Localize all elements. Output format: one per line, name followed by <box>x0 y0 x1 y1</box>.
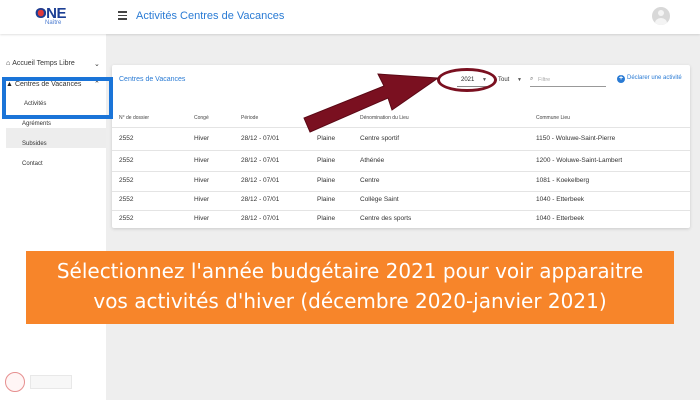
cell-lieu: Centre <box>360 177 380 184</box>
chevron-up-icon[interactable]: ⌃ <box>94 80 100 88</box>
declare-activity-button[interactable]: + Déclarer une activité <box>617 75 682 83</box>
page-title: Activités Centres de Vacances <box>136 10 285 22</box>
cell-periode: 28/12 - 07/01 <box>241 157 280 164</box>
sidebar-item-centres-de-vacances[interactable]: ▲ Centres de Vacances <box>6 81 81 88</box>
row-divider <box>112 171 690 172</box>
cell-type: Plaine <box>317 177 336 184</box>
banner-line-1: Sélectionnez l'année budgétaire 2021 pou… <box>56 259 644 283</box>
cell-lieu: Centre sportif <box>360 135 400 142</box>
cell-conge: Hiver <box>194 215 210 222</box>
sidebar-item-label: Accueil Temps Libre <box>12 60 75 67</box>
cell-lieu: Collège Saint <box>360 196 399 203</box>
filter-placeholder: Filtre <box>538 77 551 83</box>
cell-conge: Hiver <box>194 177 210 184</box>
year-select-value: 2021 <box>461 77 475 83</box>
type-select[interactable]: Tout ▼ <box>497 74 525 87</box>
chevron-down-icon[interactable]: ⌄ <box>94 60 100 68</box>
cell-periode: 28/12 - 07/01 <box>241 177 280 184</box>
declare-activity-label: Déclarer une activité <box>627 75 682 81</box>
row-divider <box>112 150 690 151</box>
column-header-type[interactable]: Type <box>317 115 328 121</box>
sidebar-item-label: Centres de Vacances <box>14 81 82 88</box>
cell-dossier: 2552 <box>119 215 134 222</box>
sidebar-subitem-contact[interactable]: Contact <box>22 161 43 167</box>
dropdown-arrow-icon: ▼ <box>517 77 522 83</box>
column-header-denomination[interactable]: Dénomination du Lieu <box>360 115 409 121</box>
activities-card: Centres de Vacances 2021 ▼ Tout ▼ ⌕ Filt… <box>112 65 690 228</box>
header-divider <box>112 127 690 128</box>
column-header-conge[interactable]: Congé <box>194 115 209 121</box>
home-icon: ⌂ <box>6 60 11 67</box>
search-icon: ⌕ <box>530 76 534 82</box>
cell-dossier: 2552 <box>119 135 134 142</box>
sidebar-subitem-agrements[interactable]: Agréments <box>22 121 51 127</box>
row-divider <box>112 210 690 211</box>
cell-type: Plaine <box>317 135 336 142</box>
year-select[interactable]: 2021 ▼ <box>457 74 489 87</box>
dropdown-arrow-icon: ▼ <box>482 77 487 83</box>
active-item-background <box>6 128 106 148</box>
column-header-dossier[interactable]: N° de dossier <box>119 115 149 121</box>
cell-commune: 1040 - Etterbeek <box>536 196 585 203</box>
tent-icon: ▲ <box>6 81 13 88</box>
cell-periode: 28/12 - 07/01 <box>241 196 280 203</box>
sidebar-subitem-subsides[interactable]: Subsides <box>22 141 47 147</box>
logo-subtext: Naître <box>45 20 62 26</box>
column-header-commune[interactable]: Commune Lieu <box>536 115 570 121</box>
cell-dossier: 2552 <box>119 196 134 203</box>
instruction-banner: Sélectionnez l'année budgétaire 2021 pou… <box>26 251 674 324</box>
cell-commune: 1150 - Woluwe-Saint-Pierre <box>536 135 616 142</box>
cell-lieu: Centre des sports <box>360 215 412 222</box>
column-header-periode[interactable]: Période <box>241 115 258 121</box>
cell-periode: 28/12 - 07/01 <box>241 135 280 142</box>
cell-conge: Hiver <box>194 157 210 164</box>
card-title: Centres de Vacances <box>119 76 186 83</box>
cell-type: Plaine <box>317 215 336 222</box>
type-select-value: Tout <box>498 77 510 83</box>
cell-conge: Hiver <box>194 135 210 142</box>
footer-placeholder <box>30 375 72 389</box>
cell-dossier: 2552 <box>119 177 134 184</box>
top-bar: ONE Naître Activités Centres de Vacances <box>0 0 700 34</box>
cell-commune: 1200 - Woluwe-Saint-Lambert <box>536 157 623 164</box>
cell-dossier: 2552 <box>119 157 134 164</box>
cell-periode: 28/12 - 07/01 <box>241 215 280 222</box>
sidebar-item-accueil-temps-libre[interactable]: ⌂ Accueil Temps Libre <box>6 60 75 67</box>
sidebar-subitem-activites[interactable]: Activités <box>24 101 46 107</box>
one-logo[interactable]: ONE Naître <box>35 5 75 29</box>
user-avatar-icon[interactable] <box>652 7 670 25</box>
footer-logo-icon <box>5 372 25 392</box>
cell-conge: Hiver <box>194 196 210 203</box>
filter-input[interactable]: ⌕ Filtre <box>530 74 606 87</box>
cell-type: Plaine <box>317 157 336 164</box>
banner-line-2: vos activités d'hiver (décembre 2020-jan… <box>93 289 607 313</box>
hamburger-menu-icon[interactable] <box>118 11 127 20</box>
cell-commune: 1040 - Etterbeek <box>536 215 585 222</box>
sidebar: ⌂ Accueil Temps Libre ⌄ ▲ Centres de Vacan… <box>0 34 106 400</box>
cell-type: Plaine <box>317 196 336 203</box>
cell-lieu: Athénée <box>360 157 385 164</box>
row-divider <box>112 191 690 192</box>
cell-commune: 1081 - Koekelberg <box>536 177 590 184</box>
plus-circle-icon: + <box>617 75 625 83</box>
